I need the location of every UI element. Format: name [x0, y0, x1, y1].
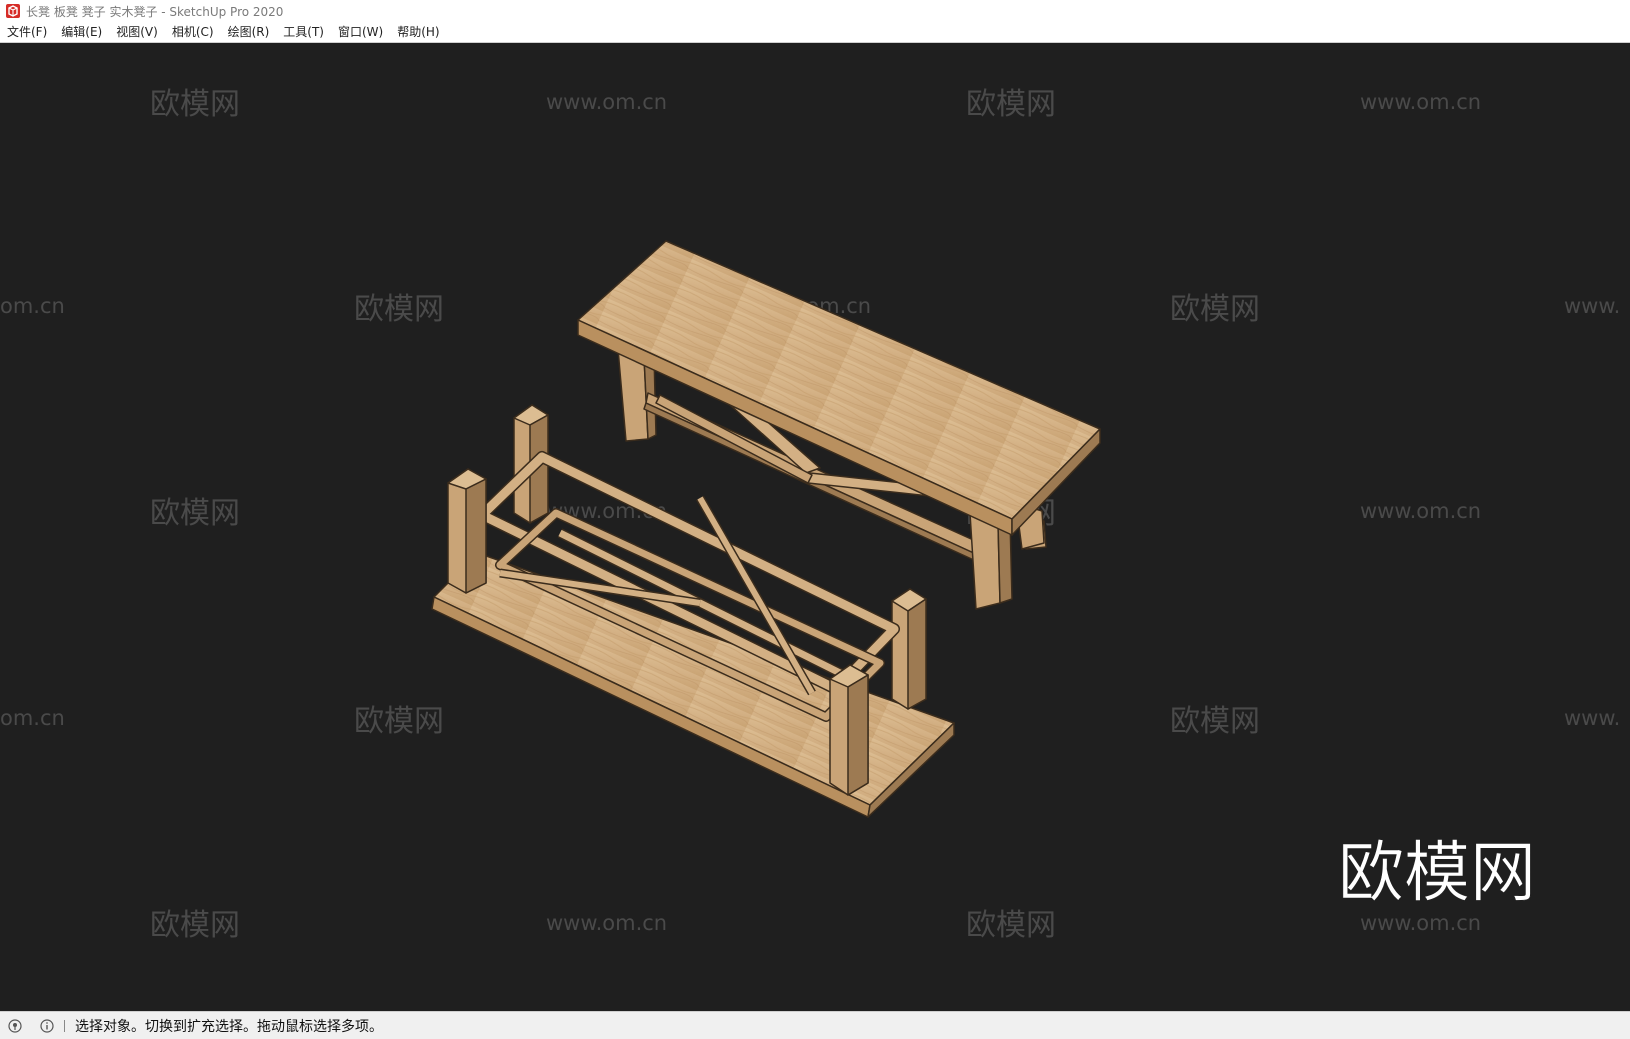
menu-window[interactable]: 窗口(W): [331, 22, 390, 42]
watermark-cn: 欧模网: [150, 496, 240, 531]
status-bar: 选择对象。切换到扩充选择。拖动鼠标选择多项。: [0, 1011, 1630, 1039]
watermark-url: www.: [1564, 294, 1620, 318]
watermark-url: www.om.cn: [546, 911, 667, 935]
status-message: 选择对象。切换到扩充选择。拖动鼠标选择多项。: [75, 1018, 383, 1035]
menu-camera[interactable]: 相机(C): [165, 22, 221, 42]
watermark-url: www.om.cn: [1360, 90, 1481, 114]
window-title: 长凳 板凳 凳子 实木凳子 - SketchUp Pro 2020: [26, 4, 284, 19]
watermark-cn: 欧模网: [966, 87, 1056, 122]
watermark-layer: 欧模网 www.om.cn 欧模网 www.om.cn om.cn 欧模网 ww…: [0, 87, 1620, 943]
title-bar: 长凳 板凳 凳子 实木凳子 - SketchUp Pro 2020: [0, 0, 1630, 22]
menu-tools[interactable]: 工具(T): [276, 22, 331, 42]
geo-location-icon[interactable]: [8, 1018, 22, 1033]
menu-edit[interactable]: 编辑(E): [54, 22, 109, 42]
status-separator: [64, 1019, 65, 1032]
watermark-cn: 欧模网: [354, 292, 444, 327]
model-viewport[interactable]: 欧模网 www.om.cn 欧模网 www.om.cn om.cn 欧模网 ww…: [0, 43, 1630, 1011]
watermark-url: www.om.cn: [1360, 499, 1481, 523]
viewport-canvas[interactable]: 欧模网 www.om.cn 欧模网 www.om.cn om.cn 欧模网 ww…: [0, 43, 1630, 1011]
menu-bar: 文件(F) 编辑(E) 视图(V) 相机(C) 绘图(R) 工具(T) 窗口(W…: [0, 22, 1630, 43]
watermark-url: www.om.cn: [546, 90, 667, 114]
sketchup-icon: [6, 4, 20, 18]
menu-file[interactable]: 文件(F): [0, 22, 54, 42]
watermark-cn: 欧模网: [1170, 292, 1260, 327]
menu-help[interactable]: 帮助(H): [390, 22, 446, 42]
watermark-cn: 欧模网: [966, 908, 1056, 943]
watermark-url: www.: [1564, 706, 1620, 730]
brand-logo: 欧模网: [1338, 834, 1536, 911]
menu-view[interactable]: 视图(V): [109, 22, 165, 42]
watermark-cn: 欧模网: [150, 87, 240, 122]
watermark-cn: 欧模网: [354, 704, 444, 739]
menu-draw[interactable]: 绘图(R): [221, 22, 277, 42]
watermark-url: om.cn: [0, 294, 65, 318]
watermark-url: www.om.cn: [1360, 911, 1481, 935]
info-icon[interactable]: [40, 1018, 54, 1033]
watermark-cn: 欧模网: [1170, 704, 1260, 739]
watermark-cn: 欧模网: [150, 908, 240, 943]
watermark-url: om.cn: [0, 706, 65, 730]
